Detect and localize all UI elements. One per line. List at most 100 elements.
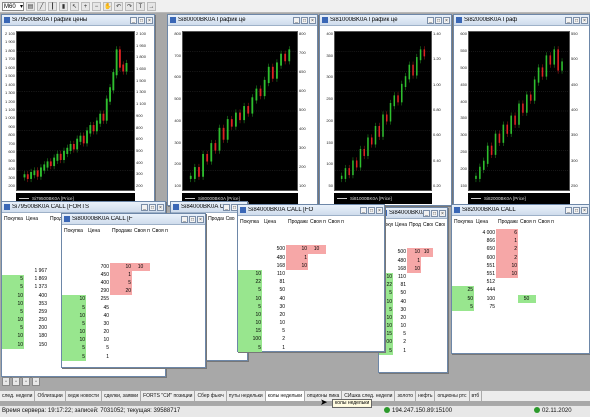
- ask-volume[interactable]: [110, 353, 132, 361]
- own-order-cell[interactable]: [536, 286, 554, 294]
- restore-icon[interactable]: ▫: [22, 377, 30, 386]
- orderbook-row[interactable]: 480 1: [238, 253, 384, 262]
- ask-volume[interactable]: 10: [286, 261, 308, 270]
- own-order-cell[interactable]: [421, 281, 433, 289]
- own-order-cell[interactable]: [326, 270, 344, 278]
- own-order-cell[interactable]: [536, 270, 554, 278]
- ask-volume[interactable]: [407, 281, 421, 289]
- column-header[interactable]: Продажа: [407, 221, 421, 230]
- hand-icon[interactable]: ✋: [103, 1, 112, 11]
- bid-volume[interactable]: [62, 271, 86, 279]
- ask-volume[interactable]: [496, 286, 518, 294]
- column-header[interactable]: Покупка: [62, 227, 86, 236]
- price-cell[interactable]: [262, 237, 286, 245]
- column-header[interactable]: Цена: [474, 218, 496, 227]
- price-cell[interactable]: 2: [393, 338, 407, 346]
- workspace-tab[interactable]: опционы ртс: [435, 391, 470, 401]
- bid-volume[interactable]: [452, 262, 474, 270]
- own-order-cell[interactable]: [326, 319, 344, 327]
- own-order-cell[interactable]: [224, 300, 236, 308]
- ask-volume[interactable]: 10: [407, 264, 421, 273]
- own-order-cell[interactable]: [421, 330, 433, 338]
- minimize-icon[interactable]: _: [427, 16, 434, 24]
- own-order-cell[interactable]: [150, 254, 168, 262]
- ask-volume[interactable]: [286, 270, 308, 278]
- close-icon[interactable]: ×: [443, 16, 450, 24]
- orderbook-row[interactable]: 512: [452, 278, 589, 286]
- own-order-cell[interactable]: [433, 322, 445, 330]
- price-cell[interactable]: 444: [474, 286, 496, 294]
- maximize-icon[interactable]: □: [435, 16, 442, 24]
- price-cell[interactable]: 2: [262, 335, 286, 343]
- maximize-icon[interactable]: □: [301, 16, 308, 24]
- ask-volume[interactable]: 10: [496, 269, 518, 279]
- own-order-cell[interactable]: [326, 245, 344, 253]
- own-order-cell[interactable]: [518, 237, 536, 245]
- own-order-cell[interactable]: [308, 262, 326, 270]
- orderbook-row[interactable]: 10 110: [238, 269, 384, 279]
- own-order-cell[interactable]: [308, 254, 326, 262]
- orderbook-row[interactable]: 5 30: [238, 302, 384, 311]
- orderbook-row[interactable]: 10 20: [62, 328, 205, 337]
- price-cell[interactable]: 1 967: [24, 267, 48, 275]
- price-cell[interactable]: [24, 259, 48, 267]
- own-order-cell[interactable]: [308, 286, 326, 294]
- price-cell[interactable]: 75: [474, 303, 496, 311]
- own-order-cell[interactable]: [421, 257, 433, 265]
- orderbook-row[interactable]: 5 30: [379, 305, 447, 314]
- own-order-cell[interactable]: [150, 263, 168, 271]
- window-title-bar[interactable]: Si82000BK0A CALL _ □ ×: [452, 205, 589, 216]
- orderbook-row[interactable]: 15 5: [238, 327, 384, 336]
- column-header[interactable]: Своя по: [518, 218, 536, 227]
- window-title-bar[interactable]: Si82000BK0A Граф _ □ ×: [454, 15, 589, 26]
- ask-volume[interactable]: [206, 283, 224, 291]
- own-order-cell[interactable]: [421, 322, 433, 330]
- price-cell[interactable]: 110: [262, 270, 286, 278]
- bid-volume[interactable]: 10: [2, 291, 24, 300]
- orderbook-row[interactable]: 10 255: [62, 295, 205, 304]
- own-order-cell[interactable]: [308, 237, 326, 245]
- own-order-cell[interactable]: [132, 304, 150, 312]
- own-order-cell[interactable]: [132, 254, 150, 262]
- own-order-cell[interactable]: [433, 330, 445, 338]
- own-order-cell[interactable]: [224, 226, 236, 234]
- own-order-cell[interactable]: [433, 265, 445, 273]
- ask-volume[interactable]: 20: [110, 287, 132, 296]
- own-order-cell[interactable]: [308, 229, 326, 237]
- bid-volume[interactable]: 5: [238, 343, 262, 352]
- price-cell[interactable]: 1: [262, 344, 286, 352]
- orderbook-row[interactable]: [379, 232, 447, 240]
- own-order-cell[interactable]: [326, 303, 344, 311]
- chart-window[interactable]: Si82000BK0A Граф _ □ × 600 550 500 450 400 350 300…: [453, 14, 590, 206]
- bid-volume[interactable]: 10: [2, 332, 24, 341]
- bid-volume[interactable]: 10: [62, 311, 86, 320]
- own-order-cell[interactable]: 10: [132, 262, 150, 271]
- price-cell[interactable]: 259: [24, 308, 48, 316]
- ask-volume[interactable]: 5: [110, 278, 132, 288]
- orderbook-row[interactable]: 51: [62, 352, 205, 361]
- orderbook-row[interactable]: 450 1: [62, 270, 205, 279]
- orderbook-row[interactable]: 10 10: [62, 336, 205, 345]
- price-cell[interactable]: 30: [393, 306, 407, 314]
- own-order-cell[interactable]: [421, 314, 433, 322]
- price-cell[interactable]: 480: [262, 254, 286, 262]
- bars-icon[interactable]: ┃: [48, 1, 57, 11]
- own-order-cell[interactable]: [308, 295, 326, 303]
- own-order-cell[interactable]: [308, 270, 326, 278]
- orderbook-row[interactable]: 866 1: [452, 237, 589, 246]
- close-icon[interactable]: ×: [581, 206, 588, 214]
- price-cell[interactable]: [24, 234, 48, 242]
- own-order-cell[interactable]: [308, 319, 326, 327]
- ask-volume[interactable]: [286, 278, 308, 286]
- bid-volume[interactable]: [62, 263, 86, 271]
- ask-volume[interactable]: [496, 295, 518, 303]
- orderbook-row[interactable]: 10 40: [62, 311, 205, 320]
- price-cell[interactable]: 10: [86, 336, 110, 344]
- own-order-cell[interactable]: [326, 311, 344, 319]
- price-cell[interactable]: 551: [474, 270, 496, 278]
- bid-volume[interactable]: [2, 267, 24, 275]
- bid-volume[interactable]: 10: [62, 328, 86, 337]
- orderbook-row[interactable]: 10 20: [238, 310, 384, 320]
- price-cell[interactable]: 1: [86, 353, 110, 361]
- candles-icon[interactable]: ▮: [59, 1, 68, 11]
